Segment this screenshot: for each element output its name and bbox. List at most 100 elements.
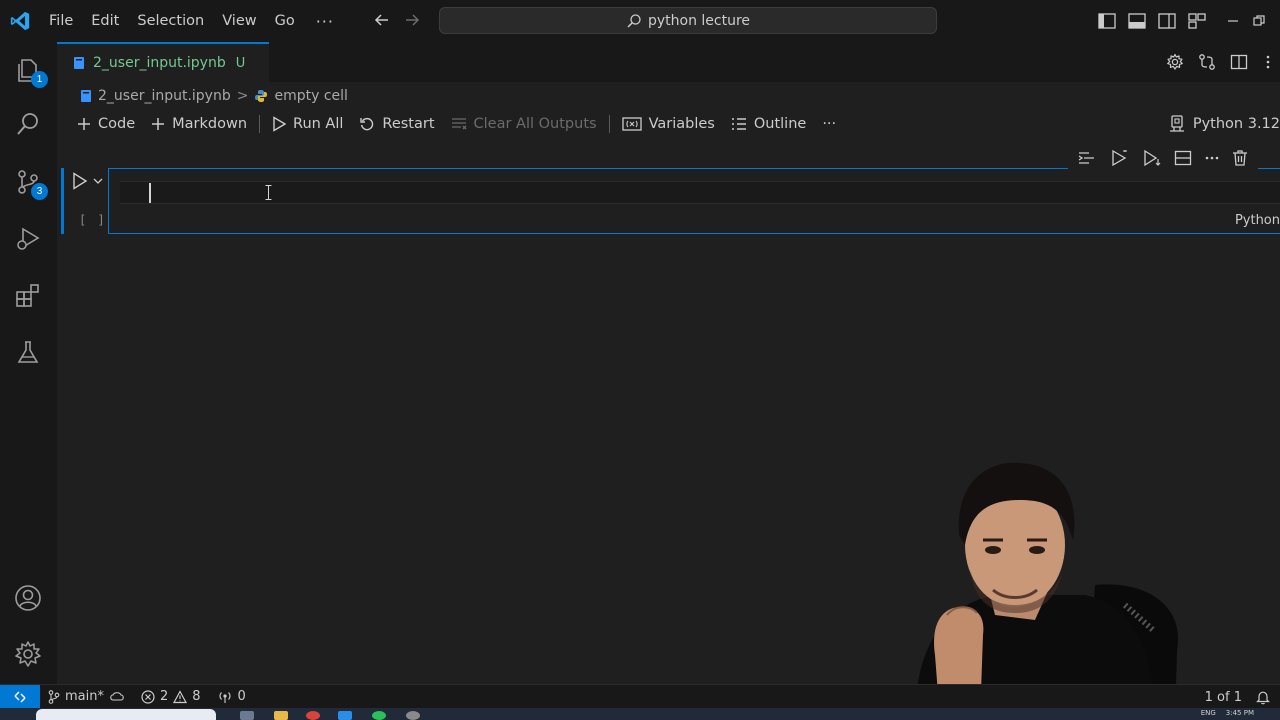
search-view-icon[interactable] <box>14 110 42 138</box>
breadcrumb-file[interactable]: 2_user_input.ipynb <box>98 88 231 104</box>
toggle-secondary-sidebar-icon[interactable] <box>1158 13 1176 29</box>
add-code-cell-button[interactable]: Code <box>69 110 143 138</box>
warning-count: 8 <box>192 689 201 704</box>
command-center-search[interactable]: python lecture <box>439 7 937 34</box>
editor-tab-bar: 2_user_input.ipynb U <box>57 42 1280 82</box>
toolbar-divider <box>259 115 261 133</box>
run-all-button[interactable]: Run All <box>264 110 351 138</box>
source-control-icon[interactable]: 3 <box>14 168 48 200</box>
add-code-label: Code <box>98 116 136 132</box>
testing-flask-icon[interactable] <box>14 338 42 366</box>
problems-status[interactable]: 2 8 <box>133 689 209 704</box>
execute-above-icon[interactable] <box>1110 149 1130 167</box>
menu-file[interactable]: File <box>40 0 82 42</box>
variables-icon <box>621 116 642 132</box>
back-arrow-icon[interactable] <box>372 10 392 30</box>
error-icon <box>141 689 155 704</box>
forward-arrow-icon[interactable] <box>402 10 422 30</box>
chevron-down-icon[interactable] <box>92 175 104 187</box>
customize-layout-icon[interactable] <box>1188 13 1206 29</box>
python-icon <box>254 89 268 103</box>
execute-below-icon[interactable] <box>1142 149 1162 167</box>
vscode-logo-icon <box>0 0 40 42</box>
clock-time[interactable]: 3:45 PM <box>1226 709 1254 717</box>
notebook-toolbar: Code Markdown Run All Restart Clear All … <box>57 110 1280 138</box>
system-tray: ENG 3:45 PM <box>1201 709 1254 717</box>
sync-icon[interactable] <box>109 691 125 703</box>
whatsapp-icon[interactable] <box>372 711 386 720</box>
command-center-text: python lecture <box>647 12 751 29</box>
input-language[interactable]: ENG <box>1201 709 1216 717</box>
execution-count: [ ] <box>79 213 107 227</box>
clear-all-outputs-button[interactable]: Clear All Outputs <box>443 110 605 138</box>
run-all-label: Run All <box>293 116 344 132</box>
kernel-icon <box>1169 115 1185 133</box>
tab-label: 2_user_input.ipynb <box>93 55 226 71</box>
run-debug-icon[interactable] <box>14 224 42 252</box>
toggle-primary-sidebar-icon[interactable] <box>1098 13 1116 29</box>
outline-label: Outline <box>753 116 807 132</box>
toggle-panel-icon[interactable] <box>1128 13 1146 29</box>
tab-untracked-status: U <box>235 55 246 71</box>
breadcrumb-separator: > <box>236 88 249 104</box>
vscode-taskbar-icon[interactable] <box>338 711 352 720</box>
broadcast-icon <box>217 690 233 704</box>
restart-kernel-button[interactable]: Restart <box>351 110 442 138</box>
branch-name: main* <box>65 689 104 704</box>
menu-go[interactable]: Go <box>266 0 304 42</box>
accounts-icon[interactable] <box>14 584 42 612</box>
branch-status[interactable]: main* <box>40 689 133 704</box>
extensions-icon[interactable] <box>14 282 42 310</box>
add-markdown-cell-button[interactable]: Markdown <box>143 110 255 138</box>
git-branch-icon <box>48 689 60 704</box>
browser-icon[interactable] <box>306 711 320 720</box>
cell-language-label[interactable]: Python <box>1235 213 1280 228</box>
compare-changes-icon[interactable] <box>1198 53 1216 71</box>
run-cell-button[interactable] <box>72 172 104 190</box>
cell-editor-input[interactable] <box>120 181 1280 204</box>
menu-view[interactable]: View <box>213 0 265 42</box>
menu-selection[interactable]: Selection <box>128 0 213 42</box>
minimize-icon[interactable] <box>1226 14 1240 28</box>
run-by-line-icon[interactable] <box>1078 150 1098 166</box>
kernel-label: Python 3.12 <box>1192 116 1280 132</box>
toolbar-divider <box>608 115 610 133</box>
error-count: 2 <box>159 689 169 704</box>
play-icon <box>72 172 88 190</box>
ports-status[interactable]: 0 <box>209 689 254 704</box>
restart-label: Restart <box>382 116 435 132</box>
activity-bar: 1 3 <box>0 42 57 684</box>
editor-more-actions-icon[interactable] <box>1262 53 1274 71</box>
cell-toolbar <box>1068 146 1258 170</box>
breadcrumb-cell[interactable]: empty cell <box>274 88 347 104</box>
notebook-settings-gear-icon[interactable] <box>1166 53 1184 71</box>
source-control-badge: 3 <box>31 183 48 200</box>
variables-button[interactable]: Variables <box>614 110 723 138</box>
delete-cell-trash-icon[interactable] <box>1232 149 1248 167</box>
explorer-icon[interactable]: 1 <box>14 56 48 88</box>
warning-icon <box>173 689 188 704</box>
notifications-bell-icon[interactable] <box>1256 690 1270 705</box>
restore-icon[interactable] <box>1252 14 1266 28</box>
split-cell-icon[interactable] <box>1174 150 1192 166</box>
taskbar-app-icon[interactable] <box>406 711 420 720</box>
menu-edit[interactable]: Edit <box>82 0 128 42</box>
clear-outputs-label: Clear All Outputs <box>473 116 597 132</box>
manage-gear-icon[interactable] <box>14 640 42 668</box>
tab-notebook[interactable]: 2_user_input.ipynb U <box>57 42 269 82</box>
plus-icon <box>77 117 91 131</box>
cell-more-actions-icon[interactable] <box>1204 155 1220 161</box>
outline-button[interactable]: Outline <box>723 110 814 138</box>
status-bar: main* 2 8 0 1 of 1 <box>0 684 1280 709</box>
split-editor-icon[interactable] <box>1230 53 1248 71</box>
kernel-picker[interactable]: Python 3.12 <box>1169 110 1280 138</box>
search-icon <box>626 13 642 29</box>
toolbar-more-button[interactable]: ··· <box>814 110 844 138</box>
remote-indicator-button[interactable] <box>0 684 40 709</box>
notebook-file-icon <box>73 56 85 70</box>
cell-position[interactable]: 1 of 1 <box>1205 690 1242 705</box>
task-view-icon[interactable] <box>240 711 254 720</box>
menu-more-button[interactable]: ··· <box>304 12 346 31</box>
file-explorer-icon[interactable] <box>274 711 288 720</box>
taskbar-search-box[interactable] <box>36 709 216 720</box>
